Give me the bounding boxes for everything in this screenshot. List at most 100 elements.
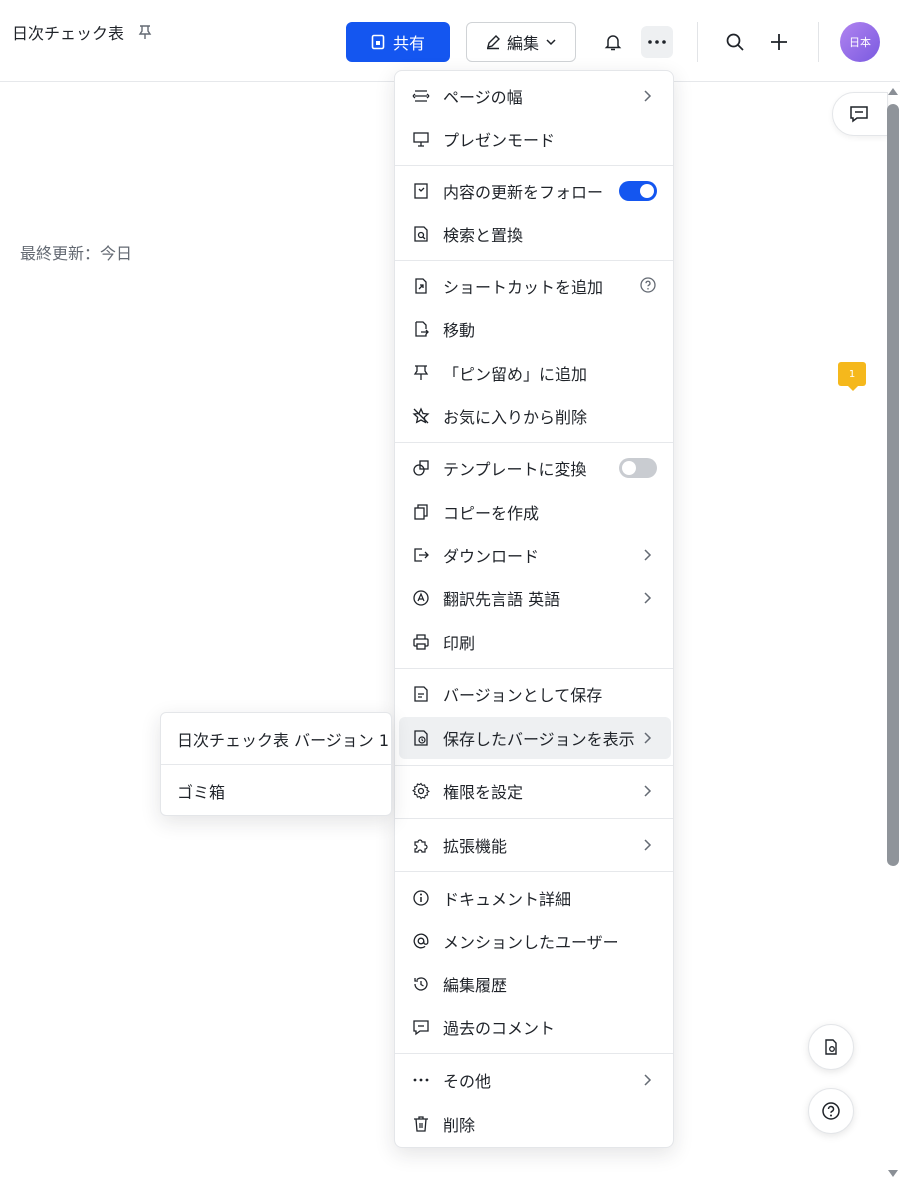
shortcut-icon xyxy=(411,276,431,296)
info-icon xyxy=(411,888,431,908)
help-button[interactable] xyxy=(808,1088,854,1134)
menu-item-label: その他 xyxy=(443,1072,492,1091)
header-divider xyxy=(697,22,698,62)
doc-title-area: 日次チェック表 xyxy=(12,20,152,44)
save-version-icon xyxy=(411,684,431,704)
menu-item-follow-updates[interactable]: 内容の更新をフォロー xyxy=(399,170,671,212)
share-button[interactable]: 共有 xyxy=(346,22,450,62)
menu-item-label: 移動 xyxy=(443,321,476,340)
menu-item-label: 印刷 xyxy=(443,634,476,653)
menu-item-print[interactable]: 印刷 xyxy=(399,621,671,663)
translate-icon xyxy=(411,588,431,608)
share-lock-icon xyxy=(371,34,385,50)
menu-divider xyxy=(395,1053,673,1054)
menu-item-download[interactable]: ダウンロード xyxy=(399,534,671,576)
comment-icon xyxy=(849,105,869,123)
menu-item-label: 保存したバージョンを表示 xyxy=(443,730,635,749)
menu-divider xyxy=(395,818,673,819)
edit-mode-button[interactable]: 編集 xyxy=(466,22,576,62)
pencil-icon xyxy=(485,34,501,50)
menu-item-make-copy[interactable]: コピーを作成 xyxy=(399,491,671,533)
menu-item-edit-history[interactable]: 編集履歴 xyxy=(399,963,671,1005)
toggle-knob xyxy=(640,184,654,198)
menu-item-delete[interactable]: 削除 xyxy=(399,1103,671,1145)
search-icon[interactable] xyxy=(719,26,751,58)
history-icon xyxy=(411,974,431,994)
menu-item-convert-template[interactable]: テンプレートに変換 xyxy=(399,447,671,489)
menu-item-extensions[interactable]: 拡張機能 xyxy=(399,824,671,866)
comment-panel-button[interactable] xyxy=(832,92,888,136)
template-toggle[interactable] xyxy=(619,458,657,478)
menu-divider xyxy=(395,765,673,766)
chevron-right-icon xyxy=(639,730,655,746)
menu-item-presentation[interactable]: プレゼンモード xyxy=(399,118,671,160)
chevron-right-icon xyxy=(639,783,655,799)
menu-item-view-versions[interactable]: 保存したバージョンを表示 xyxy=(399,717,671,759)
print-icon xyxy=(411,632,431,652)
chevron-down-icon xyxy=(545,36,557,48)
chevron-right-icon xyxy=(639,547,655,563)
toggle-knob xyxy=(622,461,636,475)
menu-item-pin[interactable]: 「ピン留め」に追加 xyxy=(399,352,671,394)
pin-icon xyxy=(411,363,431,383)
chevron-right-icon xyxy=(639,837,655,853)
download-icon xyxy=(411,545,431,565)
menu-item-mentioned-users[interactable]: メンションしたユーザー xyxy=(399,920,671,962)
menu-item-label: コピーを作成 xyxy=(443,504,540,523)
doc-search-icon xyxy=(822,1038,840,1056)
share-label: 共有 xyxy=(392,34,425,53)
menu-item-save-version[interactable]: バージョンとして保存 xyxy=(399,673,671,715)
page-width-icon xyxy=(411,86,431,106)
comment-count-badge[interactable]: 1 xyxy=(838,362,866,391)
menu-item-move[interactable]: 移動 xyxy=(399,308,671,350)
presentation-icon xyxy=(411,129,431,149)
avatar[interactable]: 日本 xyxy=(840,22,880,62)
menu-item-other[interactable]: その他 xyxy=(399,1059,671,1101)
menu-item-label: 翻訳先言語 英語 xyxy=(443,590,561,609)
menu-item-past-comments[interactable]: 過去のコメント xyxy=(399,1006,671,1048)
menu-item-label: ショートカットを追加 xyxy=(443,278,604,297)
menu-item-label: 拡張機能 xyxy=(443,837,508,856)
unstar-icon xyxy=(411,406,431,426)
menu-item-label: メンションしたユーザー xyxy=(443,933,619,952)
versions-icon xyxy=(411,728,431,748)
menu-item-label: バージョンとして保存 xyxy=(443,686,603,705)
plus-icon[interactable] xyxy=(763,26,795,58)
bell-icon[interactable] xyxy=(597,26,629,58)
scrollbar-thumb[interactable] xyxy=(887,104,899,866)
menu-divider xyxy=(395,165,673,166)
menu-divider xyxy=(395,260,673,261)
menu-item-label: プレゼンモード xyxy=(443,131,556,150)
scroll-up-arrow[interactable] xyxy=(888,88,898,95)
menu-item-remove-favorite[interactable]: お気に入りから削除 xyxy=(399,395,671,437)
menu-item-translate[interactable]: 翻訳先言語 英語 xyxy=(399,577,671,619)
edit-label: 編集 xyxy=(506,34,539,53)
menu-item-label: 内容の更新をフォロー xyxy=(443,183,604,202)
settings-icon xyxy=(411,781,431,801)
submenu-item-version-1[interactable]: 日次チェック表 バージョン 1 xyxy=(161,713,391,764)
help-circle-icon[interactable] xyxy=(639,276,657,294)
copy-icon xyxy=(411,502,431,522)
menu-item-label: ページの幅 xyxy=(443,88,523,107)
doc-title[interactable]: 日次チェック表 xyxy=(12,20,124,44)
menu-item-label: 検索と置換 xyxy=(443,226,524,245)
submenu-item-trash[interactable]: ゴミ箱 xyxy=(161,765,391,816)
chevron-right-icon xyxy=(639,590,655,606)
menu-item-doc-details[interactable]: ドキュメント詳細 xyxy=(399,877,671,919)
menu-item-label: 削除 xyxy=(443,1116,476,1135)
menu-item-add-shortcut[interactable]: ショートカットを追加 xyxy=(399,265,671,307)
menu-item-find-replace[interactable]: 検索と置換 xyxy=(399,213,671,255)
doc-outline-button[interactable] xyxy=(808,1024,854,1070)
menu-item-label: お気に入りから削除 xyxy=(443,408,588,427)
pin-icon[interactable] xyxy=(138,24,152,40)
menu-item-label: テンプレートに変換 xyxy=(443,460,587,479)
extension-icon xyxy=(411,835,431,855)
more-options-button[interactable] xyxy=(641,26,673,58)
menu-item-permissions[interactable]: 権限を設定 xyxy=(399,770,671,812)
menu-item-label: 過去のコメント xyxy=(443,1019,556,1038)
follow-toggle[interactable] xyxy=(619,181,657,201)
scroll-down-arrow[interactable] xyxy=(888,1170,898,1177)
menu-item-page-width[interactable]: ページの幅 xyxy=(399,75,671,117)
menu-divider xyxy=(395,442,673,443)
trash-icon xyxy=(411,1114,431,1134)
